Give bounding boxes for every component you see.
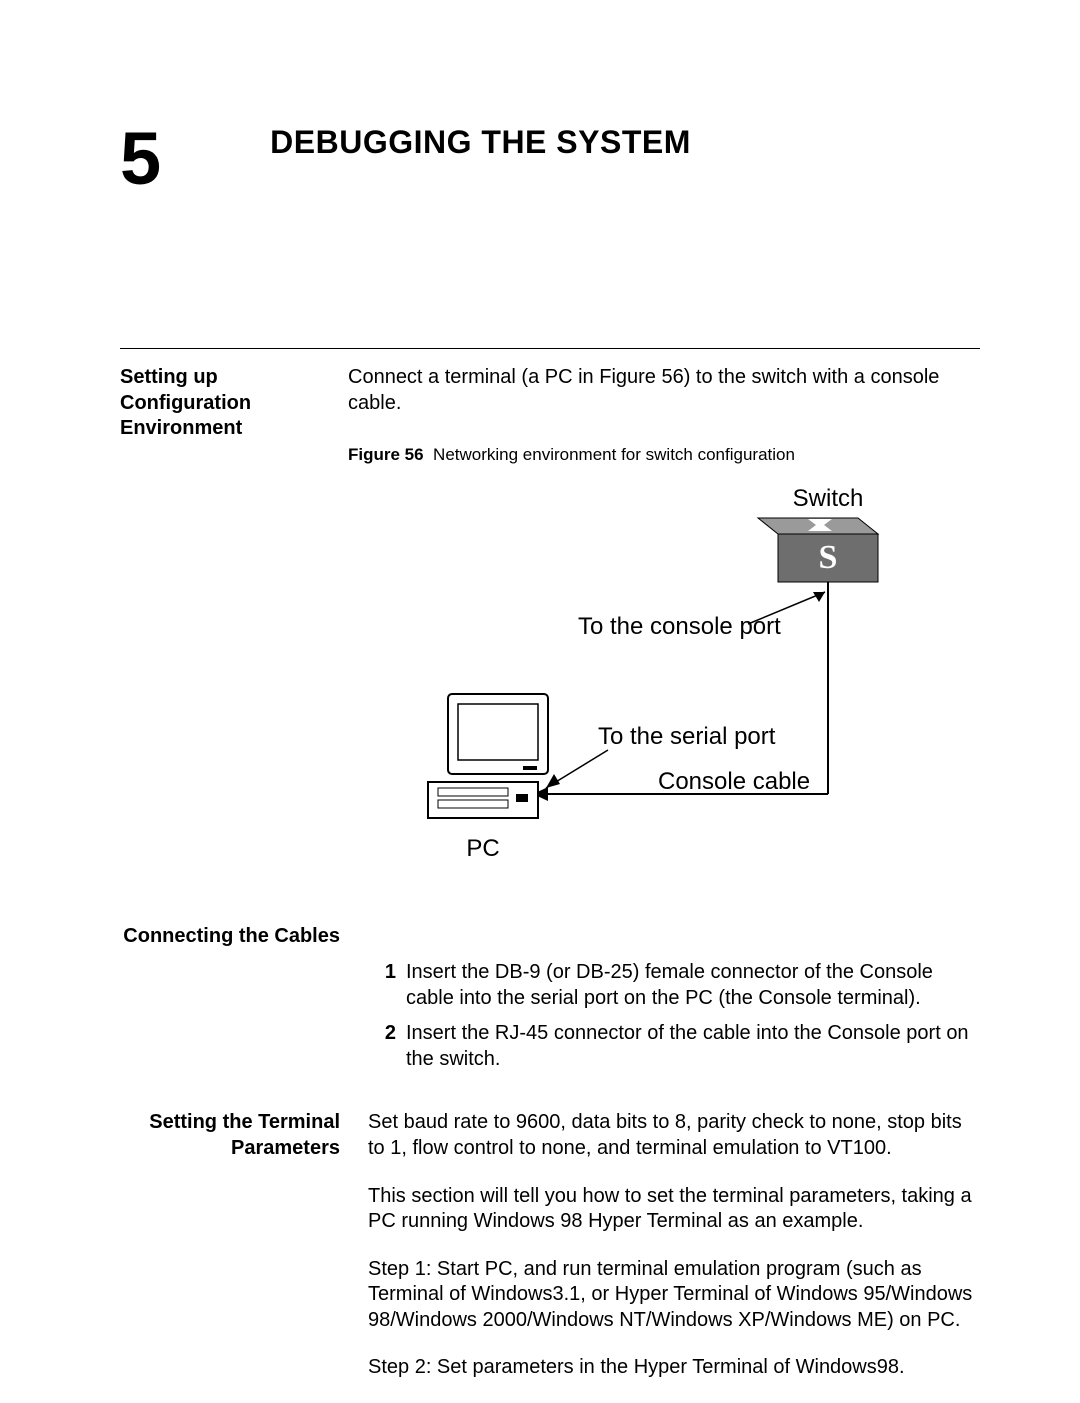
section-heading-connecting-cables: Connecting the Cables [120,924,368,950]
serial-port-label: To the serial port [598,723,776,750]
list-item: 2 Insert the RJ-45 connector of the cabl… [368,1021,980,1072]
ordered-list: 1 Insert the DB-9 (or DB-25) female conn… [368,960,980,1072]
figure-caption-text: Networking environment for switch config… [433,445,795,464]
para-step1: Step 1: Start PC, and run terminal emula… [368,1257,980,1334]
section-heading-setting-up: Setting up Configuration Environment [120,365,348,442]
chapter-title: DEBUGGING THE SYSTEM [270,126,691,160]
switch-label: Switch [793,485,864,512]
para-baud: Set baud rate to 9600, data bits to 8, p… [368,1110,980,1161]
switch-glyph: S [819,539,838,576]
para-step2: Step 2: Set parameters in the Hyper Term… [368,1355,980,1381]
chapter-number: 5 [120,122,162,196]
callout-serial-arrow [546,774,560,788]
list-number: 1 [368,960,406,986]
figure-56: S Switch To the console port [348,484,908,884]
section-heading-terminal-parameters: Setting the Terminal Parameters [120,1110,368,1161]
list-number: 2 [368,1021,406,1047]
section-body-terminal-parameters: Set baud rate to 9600, data bits to 8, p… [368,1110,980,1403]
intro-text: Connect a terminal (a PC in Figure 56) t… [348,365,980,416]
switch-icon: S [758,518,878,582]
list-text: Insert the RJ-45 connector of the cable … [406,1021,980,1072]
pc-label: PC [466,835,499,862]
list-item: 1 Insert the DB-9 (or DB-25) female conn… [368,960,980,1011]
page: 5 DEBUGGING THE SYSTEM Setting up Config… [0,0,1080,1397]
figure-caption: Figure 56 Networking environment for swi… [348,444,980,466]
pc-icon [428,694,548,818]
figure-label: Figure 56 [348,445,424,464]
section-connecting-cables: Connecting the Cables 1 Insert the DB-9 … [120,924,980,1082]
divider [120,348,980,349]
section-setting-up: Setting up Configuration Environment Con… [120,365,980,924]
section-terminal-parameters: Setting the Terminal Parameters Set baud… [120,1110,980,1403]
section-body-setting-up: Connect a terminal (a PC in Figure 56) t… [348,365,980,924]
chapter-header: 5 DEBUGGING THE SYSTEM [120,126,980,200]
console-cable-label: Console cable [658,768,810,795]
network-diagram: S Switch To the console port [348,484,908,884]
para-intro: This section will tell you how to set th… [368,1184,980,1235]
console-port-label: To the console port [578,613,781,640]
section-body-connecting-cables: 1 Insert the DB-9 (or DB-25) female conn… [368,924,980,1082]
list-text: Insert the DB-9 (or DB-25) female connec… [406,960,980,1011]
